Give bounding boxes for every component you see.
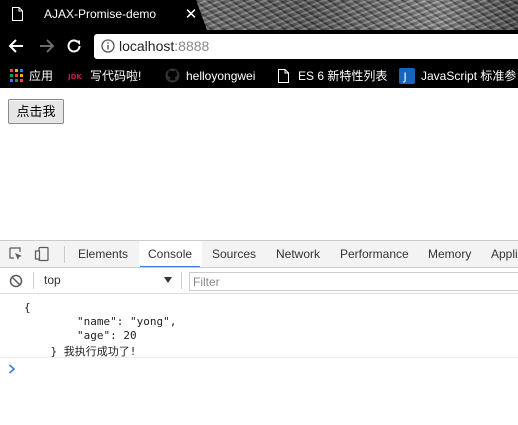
toolbar-divider (33, 272, 34, 289)
svg-text:JDK: JDK (68, 73, 82, 81)
bookmark-label: 写代码啦! (90, 68, 142, 83)
devtools-tab-bar: Elements Console Sources Network Perform… (0, 241, 518, 268)
info-icon[interactable] (101, 39, 115, 53)
toolbar-divider (181, 272, 182, 289)
bookmark-label: 应用 (29, 68, 54, 83)
console-prompt[interactable] (0, 358, 518, 380)
url-text[interactable]: localhost:8888 (119, 38, 209, 54)
devtools-panel: Elements Console Sources Network Perform… (0, 240, 518, 425)
click-me-button[interactable]: 点击我 (8, 99, 64, 124)
tab-title: AJAX-Promise-demo (44, 7, 157, 21)
bookmark-label: JavaScript 标准参 (421, 68, 517, 83)
close-tab-icon[interactable]: ✕ (183, 6, 199, 22)
tab-performance[interactable]: Performance (340, 241, 409, 267)
svg-text:J: J (403, 70, 407, 83)
console-toolbar: top (0, 268, 518, 294)
bookmark-coding[interactable]: JDK 写代码啦! (68, 67, 141, 83)
url-host: localhost (119, 38, 175, 54)
dropdown-arrow-icon[interactable] (163, 275, 173, 285)
bookmark-javascript[interactable]: J JavaScript 标准参 (399, 67, 517, 84)
bookmark-github[interactable]: helloyongwei (165, 67, 255, 83)
bookmark-label: helloyongwei (186, 68, 256, 83)
bookmarks-bar: 应用 JDK 写代码啦! helloyongwei ES 6 新特性列表 J J… (0, 62, 518, 88)
github-icon (165, 68, 180, 83)
console-line: } 我执行成功了! (24, 345, 137, 358)
tab-memory[interactable]: Memory (428, 241, 471, 267)
console-output: { "name": "yong", "age": 20 } 我执行成功了! (0, 295, 518, 358)
clear-console-icon[interactable] (9, 274, 23, 288)
console-line: { (24, 301, 31, 314)
document-icon (278, 68, 289, 83)
back-arrow-icon[interactable] (7, 36, 27, 56)
tab-application[interactable]: Appli (491, 241, 518, 267)
prompt-chevron-icon (8, 364, 16, 374)
j-icon: J (399, 67, 415, 84)
document-icon (12, 7, 23, 21)
apps-grid-icon (10, 69, 23, 82)
forward-arrow-icon[interactable] (36, 36, 56, 56)
tab-sources[interactable]: Sources (212, 241, 256, 267)
console-filter-input[interactable] (189, 272, 518, 291)
tab-strip: AJAX-Promise-demo ✕ (0, 0, 518, 30)
url-port: :8888 (174, 38, 210, 54)
bookmark-label: ES 6 新特性列表 (298, 68, 388, 83)
reload-icon[interactable] (64, 36, 84, 56)
bookmark-es6[interactable]: ES 6 新特性列表 (278, 67, 387, 83)
browser-toolbar: localhost:8888 (0, 30, 518, 62)
tab-elements[interactable]: Elements (78, 241, 128, 267)
tab-network[interactable]: Network (276, 241, 320, 267)
address-bar[interactable]: localhost:8888 (94, 34, 518, 59)
context-selector[interactable]: top (44, 273, 61, 287)
inspect-element-icon[interactable] (8, 246, 24, 262)
device-toolbar-icon[interactable] (34, 246, 50, 262)
console-line: "age": 20 (24, 329, 137, 342)
bookmark-apps[interactable]: 应用 (10, 67, 53, 83)
coding-site-icon: JDK (68, 73, 82, 81)
tab-console[interactable]: Console (139, 241, 201, 267)
toolbar-divider (64, 246, 65, 263)
browser-tab[interactable]: AJAX-Promise-demo ✕ (0, 0, 207, 30)
console-line: "name": "yong", (24, 315, 177, 328)
